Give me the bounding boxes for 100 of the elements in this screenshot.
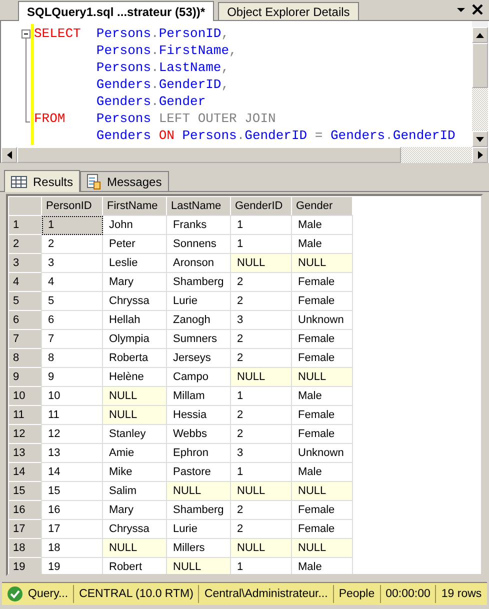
table-cell: 5 <box>42 292 102 310</box>
table-cell: Webbs <box>166 424 230 444</box>
table-cell: NULL <box>292 254 352 272</box>
row-header[interactable]: 17 <box>8 520 42 538</box>
table-cell: Mike <box>102 462 166 482</box>
arrow-right-icon[interactable] <box>478 151 482 159</box>
table-cell: Shamberg <box>166 500 230 520</box>
row-header[interactable]: 8 <box>8 348 42 368</box>
row-header[interactable]: 13 <box>8 444 42 462</box>
row-header[interactable]: 6 <box>8 310 42 330</box>
table-cell: Salim <box>102 482 166 500</box>
table-cell: Franks <box>166 216 230 234</box>
status-text: 19 rows <box>440 587 483 602</box>
table-cell: Sonnens <box>166 234 230 254</box>
table-cell: Hessia <box>166 406 230 424</box>
table-cell: Male <box>292 216 352 234</box>
table-cell: 2 <box>42 234 102 254</box>
table-cell: 2 <box>230 424 292 444</box>
table-cell: Olympia <box>102 330 166 348</box>
table-cell: 2 <box>230 292 292 310</box>
table-cell: Female <box>292 406 352 424</box>
table-cell: NULL <box>292 482 352 500</box>
row-header[interactable]: 11 <box>8 406 42 424</box>
table-cell: 7 <box>42 330 102 348</box>
table-cell: 16 <box>42 500 102 520</box>
table-cell: NULL <box>230 482 292 500</box>
row-header[interactable]: 18 <box>8 538 42 558</box>
status-text: Query... <box>28 588 68 600</box>
status-text: People <box>334 585 381 603</box>
table-cell: Stanley <box>102 424 166 444</box>
table-cell: NULL <box>230 538 292 558</box>
table-cell: 3 <box>42 254 102 272</box>
table-cell: 15 <box>42 482 102 500</box>
table-cell: 17 <box>42 520 102 538</box>
row-header[interactable]: 2 <box>8 234 42 254</box>
status-text: CENTRAL (10.0 RTM) <box>74 585 200 603</box>
status-text: Central\Administrateur... <box>199 585 334 603</box>
table-cell: Leslie <box>102 254 166 272</box>
result-tab[interactable]: Messages <box>80 171 169 191</box>
arrow-up-icon[interactable] <box>476 32 484 38</box>
table-cell: 12 <box>42 424 102 444</box>
row-header[interactable]: 7 <box>8 330 42 348</box>
table-cell: Lurie <box>166 292 230 310</box>
table-cell: Female <box>292 500 352 520</box>
horizontal-scrollbar[interactable] <box>1 147 488 163</box>
row-header[interactable]: 5 <box>8 292 42 310</box>
row-header[interactable]: 14 <box>8 462 42 482</box>
column-header[interactable]: GenderID <box>230 196 292 216</box>
column-header[interactable]: Gender <box>292 196 352 216</box>
table-cell: Lurie <box>166 520 230 538</box>
table-cell: Jerseys <box>166 348 230 368</box>
table-cell: Unknown <box>292 444 352 462</box>
row-header[interactable]: 9 <box>8 368 42 386</box>
row-header[interactable]: 10 <box>8 386 42 406</box>
table-cell: 6 <box>42 310 102 330</box>
table-cell: 2 <box>230 500 292 520</box>
arrow-down-icon[interactable] <box>476 136 484 142</box>
table-cell: Male <box>292 386 352 406</box>
scrollbar-thumb[interactable] <box>17 147 401 163</box>
close-icon[interactable] <box>472 4 483 15</box>
row-header[interactable]: 19 <box>8 558 42 574</box>
table-cell: Female <box>292 272 352 292</box>
table-cell: 3 <box>230 310 292 330</box>
row-header[interactable]: 16 <box>8 500 42 520</box>
document-tab[interactable]: SQLQuery1.sql ...strateur (53))* <box>18 1 214 21</box>
table-cell: NULL <box>292 368 352 386</box>
table-cell: 1 <box>230 386 292 406</box>
result-tab[interactable]: Results <box>4 170 80 192</box>
table-cell: Female <box>292 330 352 348</box>
table-cell: 2 <box>230 272 292 292</box>
table-cell: Hellah <box>102 310 166 330</box>
table-cell: 4 <box>42 272 102 292</box>
table-cell: Sumners <box>166 330 230 348</box>
document-tab[interactable]: Object Explorer Details <box>218 2 359 20</box>
arrow-left-icon[interactable] <box>6 151 12 159</box>
table-cell: 3 <box>230 444 292 462</box>
column-header[interactable]: FirstName <box>102 196 166 216</box>
grid-icon <box>11 176 27 188</box>
table-cell: NULL <box>102 406 166 424</box>
table-cell: NULL <box>102 538 166 558</box>
table-cell: Peter <box>102 234 166 254</box>
row-header[interactable]: 1 <box>8 216 42 234</box>
row-header[interactable]: 3 <box>8 254 42 272</box>
table-cell: NULL <box>230 254 292 272</box>
row-header[interactable]: 12 <box>8 424 42 444</box>
table-cell: Millam <box>166 386 230 406</box>
row-header[interactable]: 4 <box>8 272 42 292</box>
row-header[interactable]: 15 <box>8 482 42 500</box>
table-cell: NULL <box>230 368 292 386</box>
table-cell: 8 <box>42 348 102 368</box>
column-header[interactable]: LastName <box>166 196 230 216</box>
table-cell: 2 <box>230 330 292 348</box>
document-icon <box>87 174 102 190</box>
scrollbar-thumb[interactable] <box>472 43 488 88</box>
vertical-scrollbar[interactable] <box>472 21 488 147</box>
table-cell: Shamberg <box>166 272 230 292</box>
dropdown-icon[interactable] <box>456 5 466 15</box>
table-cell: 9 <box>42 368 102 386</box>
table-cell: Mary <box>102 272 166 292</box>
column-header[interactable]: PersonID <box>42 196 102 216</box>
